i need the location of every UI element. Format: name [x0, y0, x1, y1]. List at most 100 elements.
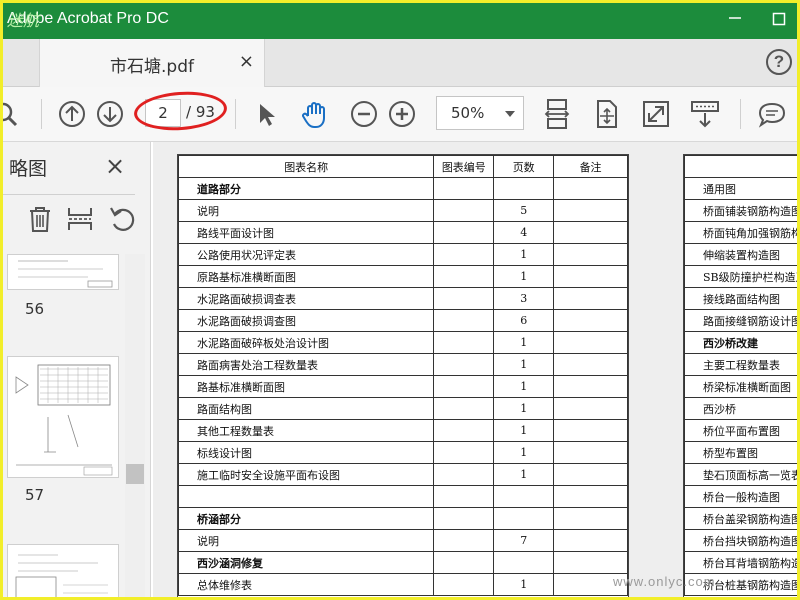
help-icon[interactable]: ?: [766, 49, 792, 75]
table-row: SB级防撞护栏构造及: [684, 265, 797, 288]
table-cell-name: 路面病害处治工程数量表: [177, 353, 435, 376]
thumbnail-panel: 略图 × 56 57: [3, 142, 151, 597]
panel-divider: [3, 194, 135, 195]
table-cell-pages: [493, 485, 555, 508]
maximize-icon[interactable]: [767, 9, 791, 33]
table-cell-name: 桥面钝角加强钢筋构: [684, 221, 797, 244]
table-cell-name: 水泥路面破损调查图: [177, 309, 435, 332]
table-cell-name: 桥台耳背墙钢筋构造: [684, 551, 797, 574]
document-view[interactable]: 图表名称 图表编号 页数 备注 道路部分 说明 5 路线平面设计图 4 公路使用状况评定表…: [153, 142, 797, 597]
zoom-in-icon[interactable]: [385, 97, 419, 131]
panel-close-icon[interactable]: ×: [105, 152, 125, 180]
table-cell-num: [433, 375, 495, 398]
table-cell-num: [433, 397, 495, 420]
table-row: 说明 7: [177, 529, 628, 552]
table-cell-name: 总体维修表: [177, 573, 435, 596]
table-cell-name: 桥型布置图: [684, 441, 797, 464]
table-cell-name: 路面结构图: [177, 397, 435, 420]
toolbar-separator: [740, 99, 741, 129]
contents-table: 图 通用图桥面铺装钢筋构造图桥面钝角加强钢筋构伸缩装置构造图SB级防撞护栏构造及…: [684, 155, 797, 596]
table-row: 路面病害处治工程数量表 1: [177, 353, 628, 376]
thumbnail-page-58[interactable]: [7, 544, 119, 597]
table-cell-num: [433, 265, 495, 288]
table-cell-name: 说明: [177, 199, 435, 222]
table-cell-name: 施工临时安全设施平面布设图: [177, 463, 435, 486]
document-tab[interactable]: 市石塘.pdf ×: [39, 39, 265, 87]
table-cell-name: SB级防撞护栏构造及: [684, 265, 797, 288]
zoom-select[interactable]: 50%: [436, 96, 524, 130]
table-row: 接线路面结构图: [684, 287, 797, 310]
table-cell-note: [553, 507, 628, 530]
minimize-icon[interactable]: [723, 9, 747, 33]
table-cell-num: [433, 199, 495, 222]
table-cell-note: [553, 199, 628, 222]
scroll-mode-icon[interactable]: [688, 97, 722, 131]
table-cell-num: [433, 507, 495, 530]
table-row: 原路基标准横断面图 1: [177, 265, 628, 288]
table-cell-num: [433, 287, 495, 310]
table-cell-name: 通用图: [684, 177, 797, 200]
table-cell-num: [433, 463, 495, 486]
tab-label: 市石塘.pdf: [110, 57, 194, 77]
table-cell-pages: [493, 177, 555, 200]
column-header: 图表名称: [177, 155, 435, 178]
insert-page-icon[interactable]: [65, 204, 95, 234]
table-row: 桥型布置图: [684, 441, 797, 464]
table-row: 施工临时安全设施平面布设图 1: [177, 463, 628, 486]
comment-icon[interactable]: [755, 97, 789, 131]
hand-icon[interactable]: [298, 97, 332, 131]
table-cell-pages: 7: [493, 529, 555, 552]
table-cell-name: 水泥路面破碎板处治设计图: [177, 331, 435, 354]
table-cell-note: [553, 529, 628, 552]
table-cell-num: [433, 243, 495, 266]
table-row: 桥台挡块钢筋构造图: [684, 529, 797, 552]
table-row: 路面接缝钢筋设计图: [684, 309, 797, 332]
table-cell-pages: 1: [493, 397, 555, 420]
table-cell-name: 桥梁标准横断面图: [684, 375, 797, 398]
tab-close-icon[interactable]: ×: [239, 51, 254, 72]
table-row: 桥台一般构造图: [684, 485, 797, 508]
search-icon[interactable]: [0, 97, 23, 131]
thumbnail-page-56[interactable]: [7, 254, 119, 290]
zoom-value: 50%: [451, 104, 485, 122]
fullscreen-icon[interactable]: [639, 97, 673, 131]
table-cell-pages: 1: [493, 419, 555, 442]
table-cell-name: 桥台一般构造图: [684, 485, 797, 508]
table-row: 西沙桥改建: [684, 331, 797, 354]
fit-width-icon[interactable]: [540, 97, 574, 131]
tab-bar: 市石塘.pdf × ?: [3, 39, 797, 87]
table-row: 水泥路面破损调查表 3: [177, 287, 628, 310]
page-up-icon[interactable]: [55, 97, 89, 131]
table-row: 路基标准横断面图 1: [177, 375, 628, 398]
table-row: 桥台耳背墙钢筋构造: [684, 551, 797, 574]
table-row: 桥位平面布置图: [684, 419, 797, 442]
column-header: 图: [684, 155, 797, 178]
thumbnail-page-57[interactable]: [7, 356, 119, 478]
thumbnail-label: 56: [25, 300, 45, 318]
select-cursor-icon[interactable]: [249, 97, 283, 131]
zoom-out-icon[interactable]: [347, 97, 381, 131]
table-cell-note: [553, 221, 628, 244]
table-cell-num: [433, 441, 495, 464]
table-row: 路面结构图 1: [177, 397, 628, 420]
table-row: 通用图: [684, 177, 797, 200]
table-row: 桥涵部分: [177, 507, 628, 530]
table-cell-name: 垫石顶面标高一览表: [684, 463, 797, 486]
table-cell-name: 西沙桥: [684, 397, 797, 420]
table-row: [177, 485, 628, 508]
scrollbar-thumb[interactable]: [126, 464, 144, 484]
page-down-icon[interactable]: [93, 97, 127, 131]
fit-page-icon[interactable]: [589, 97, 623, 131]
trash-icon[interactable]: [25, 204, 55, 234]
table-cell-num: [433, 309, 495, 332]
table-row: 桥梁标准横断面图: [684, 375, 797, 398]
thumbnail-scrollbar[interactable]: [125, 254, 145, 597]
rotate-icon[interactable]: [107, 204, 137, 234]
table-cell-note: [553, 309, 628, 332]
table-cell-pages: 1: [493, 353, 555, 376]
table-row: 西沙桥: [684, 397, 797, 420]
table-cell-num: [433, 331, 495, 354]
column-header: 页数: [493, 155, 555, 178]
table-row: 桥面铺装钢筋构造图: [684, 199, 797, 222]
table-cell-note: [553, 287, 628, 310]
